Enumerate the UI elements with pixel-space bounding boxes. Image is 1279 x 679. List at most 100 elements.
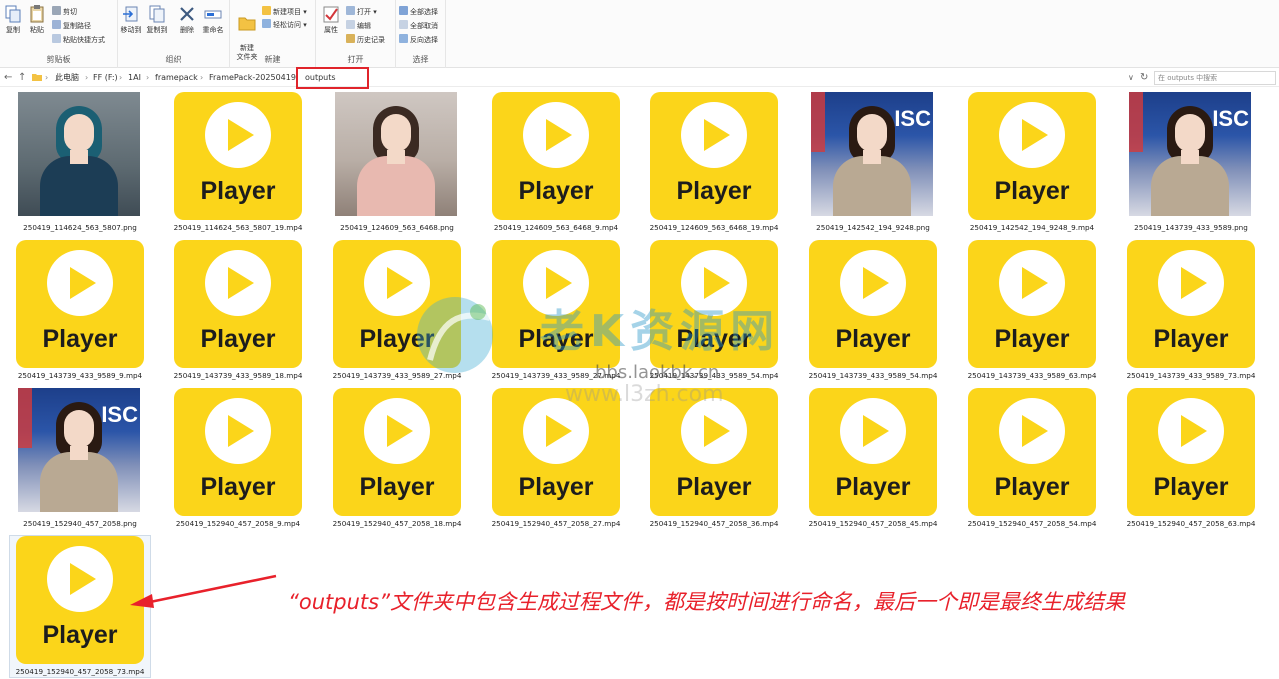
- photo-thumbnail: [18, 92, 140, 216]
- play-circle-icon: [47, 250, 113, 316]
- player-label: Player: [676, 177, 752, 205]
- ribbon-group-clipboard: 复制 粘贴 剪切 复制路径 粘贴快捷方式 剪贴板: [0, 0, 118, 68]
- player-thumbnail: Player: [809, 388, 937, 516]
- player-thumbnail: Player: [650, 240, 778, 368]
- rename-icon: [204, 10, 222, 19]
- play-triangle-icon: [1022, 415, 1048, 447]
- play-triangle-icon: [387, 415, 413, 447]
- play-triangle-icon: [704, 415, 730, 447]
- select-group-label: 选择: [412, 55, 429, 64]
- move-to-button[interactable]: 移动到: [120, 4, 142, 35]
- copy-to-label: 复制到: [146, 26, 168, 34]
- easy-access-button[interactable]: 轻松访问 ▾: [262, 19, 307, 31]
- photo-thumbnail: ISC: [18, 388, 140, 512]
- copy-label: 复制: [6, 26, 20, 34]
- play-triangle-icon: [863, 267, 889, 299]
- player-thumbnail: Player: [174, 240, 302, 368]
- play-circle-icon: [364, 398, 430, 464]
- select-none-button[interactable]: 全部取消: [399, 20, 438, 32]
- history-button[interactable]: 历史记录: [346, 34, 385, 46]
- search-input[interactable]: 在 outputs 中搜索: [1154, 71, 1276, 85]
- play-triangle-icon: [228, 415, 254, 447]
- refresh-button[interactable]: ↻: [1140, 71, 1148, 85]
- clipboard-group-label: 剪贴板: [46, 55, 71, 64]
- play-triangle-icon: [546, 267, 572, 299]
- annotation-text: “outputs”文件夹中包含生成过程文件，都是按时间进行命名，最后一个即是最终…: [288, 590, 1125, 614]
- play-circle-icon: [523, 398, 589, 464]
- copy-button[interactable]: 复制: [2, 4, 24, 35]
- player-label: Player: [676, 325, 752, 353]
- play-circle-icon: [681, 250, 747, 316]
- path-icon: [52, 20, 61, 29]
- new-group-label: 新建: [264, 55, 281, 64]
- address-bar: ← ↑ › 此电脑 › FF (F:) › 1AI › framepack › …: [0, 69, 1279, 87]
- new-item-button[interactable]: 新建项目 ▾: [262, 6, 307, 18]
- clipboard-icon: [30, 5, 44, 23]
- invert-selection-button[interactable]: 反向选择: [399, 34, 438, 46]
- ribbon-group-organize: 移动到 复制到 删除 重命名 组织: [118, 0, 230, 68]
- player-label: Player: [1153, 473, 1229, 501]
- properties-button[interactable]: 属性: [320, 4, 342, 35]
- play-circle-icon: [523, 250, 589, 316]
- player-thumbnail: Player: [16, 240, 144, 368]
- file-name-label: 250419_143739_433_9589_73.mp4: [1126, 371, 1256, 380]
- file-name-label: 250419_152940_457_2058_45.mp4: [808, 519, 938, 528]
- photo-thumbnail: [335, 92, 457, 216]
- delete-button[interactable]: 删除: [176, 4, 198, 35]
- delete-label: 删除: [180, 26, 194, 34]
- player-label: Player: [994, 177, 1070, 205]
- folder-small-icon: [32, 74, 42, 81]
- play-circle-icon: [840, 398, 906, 464]
- breadcrumb-drive[interactable]: FF (F:): [93, 72, 118, 84]
- invert-selection-label: 反向选择: [410, 36, 438, 44]
- player-label: Player: [835, 473, 911, 501]
- open-button[interactable]: 打开 ▾: [346, 6, 377, 18]
- folder-icon: [238, 17, 256, 31]
- play-circle-icon: [205, 250, 271, 316]
- player-label: Player: [1153, 325, 1229, 353]
- open-label: 打开 ▾: [357, 8, 377, 16]
- play-circle-icon: [681, 398, 747, 464]
- history-icon: [346, 34, 355, 43]
- play-triangle-icon: [228, 119, 254, 151]
- properties-check-icon: [323, 6, 339, 23]
- edit-label: 编辑: [357, 22, 371, 30]
- file-name-label: 250419_124609_563_6468.png: [340, 223, 454, 232]
- back-button[interactable]: ←: [4, 71, 12, 85]
- open-group-label: 打开: [347, 55, 364, 64]
- play-triangle-icon: [228, 267, 254, 299]
- cut-button[interactable]: 剪切: [52, 6, 77, 18]
- open-icon: [346, 6, 355, 15]
- player-thumbnail: Player: [333, 240, 461, 368]
- breadcrumb-1ai[interactable]: 1AI: [128, 72, 141, 84]
- player-thumbnail: Player: [1127, 240, 1255, 368]
- new-item-label: 新建项目 ▾: [273, 8, 307, 16]
- player-thumbnail: Player: [333, 388, 461, 516]
- player-label: Player: [994, 325, 1070, 353]
- player-thumbnail: Player: [968, 92, 1096, 220]
- edit-button[interactable]: 编辑: [346, 20, 371, 32]
- up-button[interactable]: ↑: [18, 71, 26, 85]
- breadcrumb-framepack[interactable]: framepack: [155, 72, 198, 84]
- player-label: Player: [359, 473, 435, 501]
- copy-path-button[interactable]: 复制路径: [52, 20, 91, 32]
- player-label: Player: [42, 325, 118, 353]
- play-circle-icon: [364, 250, 430, 316]
- copy-to-button[interactable]: 复制到: [146, 4, 168, 35]
- breadcrumb-this-pc[interactable]: 此电脑: [55, 72, 79, 84]
- select-none-icon: [399, 20, 408, 29]
- player-label: Player: [518, 473, 594, 501]
- file-name-label: 250419_124609_563_6468_9.mp4: [493, 223, 619, 232]
- paste-button[interactable]: 粘贴: [26, 4, 48, 35]
- paste-shortcut-button[interactable]: 粘贴快捷方式: [52, 34, 105, 46]
- file-name-label: 250419_143739_433_9589_9.mp4: [17, 371, 143, 380]
- address-dropdown-icon[interactable]: ∨: [1128, 71, 1134, 85]
- file-name-label: 250419_143739_433_9589_54.mp4: [808, 371, 938, 380]
- paste-label: 粘贴: [30, 26, 44, 34]
- rename-button[interactable]: 重命名: [202, 4, 224, 35]
- player-thumbnail: Player: [16, 536, 144, 664]
- move-to-label: 移动到: [120, 26, 142, 34]
- file-name-label: 250419_114624_563_5807_19.mp4: [173, 223, 303, 232]
- select-all-button[interactable]: 全部选择: [399, 6, 438, 18]
- breadcrumb-framepack-date[interactable]: FramePack-20250419: [209, 72, 296, 84]
